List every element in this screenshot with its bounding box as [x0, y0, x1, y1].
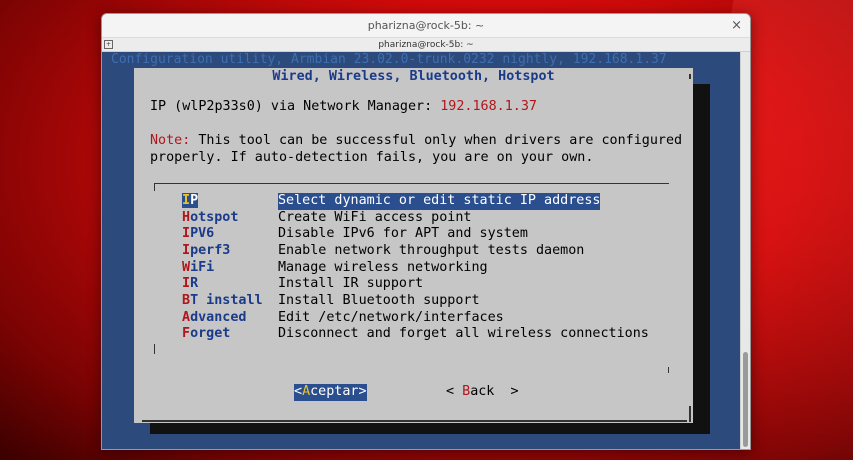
menu-frame-bl [154, 344, 155, 354]
new-tab-icon[interactable]: + [104, 40, 113, 49]
menu-item-ipv6[interactable]: IPV6 Disable IPv6 for APT and system [182, 226, 528, 243]
note-line-1: This tool can be successful only when dr… [190, 133, 683, 148]
close-icon[interactable]: × [731, 14, 742, 38]
menu-item-ir[interactable]: IR Install IR support [182, 276, 423, 293]
menu-desc: Enable network throughput tests daemon [278, 243, 585, 258]
menu-item-hotspot[interactable]: Hotspot Create WiFi access point [182, 210, 471, 227]
menu-desc: Manage wireless networking [278, 260, 488, 275]
terminal-area[interactable]: Configuration utility, Armbian 23.02.0-t… [102, 52, 742, 449]
menu-frame-top [154, 183, 669, 184]
frame-corner-tr [689, 74, 691, 79]
scrollbar-thumb[interactable] [743, 352, 748, 447]
menu-item-forget[interactable]: Forget Disconnect and forget all wireles… [182, 326, 649, 343]
network-dialog: Wired, Wireless, Bluetooth, Hotspot IP (… [134, 68, 693, 423]
menu-frame-tl [154, 183, 155, 191]
menu-desc: Disable IPv6 for APT and system [278, 226, 528, 241]
back-button[interactable]: < Back > [446, 384, 519, 401]
note-line-2: properly. If auto-detection fails, you a… [150, 149, 594, 165]
backtitle: Configuration utility, Armbian 23.02.0-t… [111, 52, 667, 67]
terminal-scrollbar[interactable] [740, 52, 750, 449]
menu-item-ip[interactable]: IP Select dynamic or edit static IP addr… [182, 193, 601, 210]
menu-desc: Select dynamic or edit static IP address [278, 193, 601, 210]
terminal-window[interactable]: pharizna@rock-5b: ~ × + pharizna@rock-5b… [101, 13, 751, 450]
frame-corner-br [689, 406, 691, 422]
menu-tag: Hotspot [182, 210, 239, 225]
menu-item-bt-install[interactable]: BT install Install Bluetooth support [182, 293, 480, 310]
menu-tag: IR [182, 276, 199, 291]
menu-box: IP Select dynamic or edit static IP addr… [154, 183, 669, 373]
menu-tag: Iperf3 [182, 243, 231, 258]
menu-tag: Forget [182, 326, 231, 341]
menu-tag: BT install [182, 293, 263, 308]
tab-bar: + pharizna@rock-5b: ~ [102, 38, 750, 52]
frame-bottom [142, 420, 687, 422]
menu-frame-br [668, 367, 669, 373]
ip-line: IP (wlP2p33s0) via Network Manager: 192.… [150, 99, 537, 116]
menu-tag: IP [182, 193, 199, 208]
note-label: Note: [150, 133, 191, 148]
menu-item-iperf3[interactable]: Iperf3 Enable network throughput tests d… [182, 243, 584, 260]
ip-prefix: IP (wlP2p33s0) via Network Manager: [150, 99, 441, 114]
ip-address: 192.168.1.37 [440, 99, 537, 114]
menu-desc: Install IR support [278, 276, 424, 291]
menu-item-wifi[interactable]: WiFi Manage wireless networking [182, 260, 488, 277]
menu-desc: Install Bluetooth support [278, 293, 480, 308]
menu-tag: WiFi [182, 260, 215, 275]
window-titlebar[interactable]: pharizna@rock-5b: ~ × [102, 14, 750, 38]
tab-label[interactable]: pharizna@rock-5b: ~ [378, 40, 473, 50]
menu-desc: Disconnect and forget all wireless conne… [278, 326, 649, 341]
menu-tag: IPV6 [182, 226, 215, 241]
window-title: pharizna@rock-5b: ~ [367, 19, 485, 32]
menu-item-advanced[interactable]: Advanced Edit /etc/network/interfaces [182, 310, 504, 327]
accept-button[interactable]: <Aceptar> [294, 384, 367, 401]
menu-desc: Edit /etc/network/interfaces [278, 310, 504, 325]
menu-desc: Create WiFi access point [278, 210, 472, 225]
dialog-title: Wired, Wireless, Bluetooth, Hotspot [272, 69, 555, 84]
note-text: Note: This tool can be successful only w… [150, 133, 685, 166]
menu-tag: Advanced [182, 310, 247, 325]
